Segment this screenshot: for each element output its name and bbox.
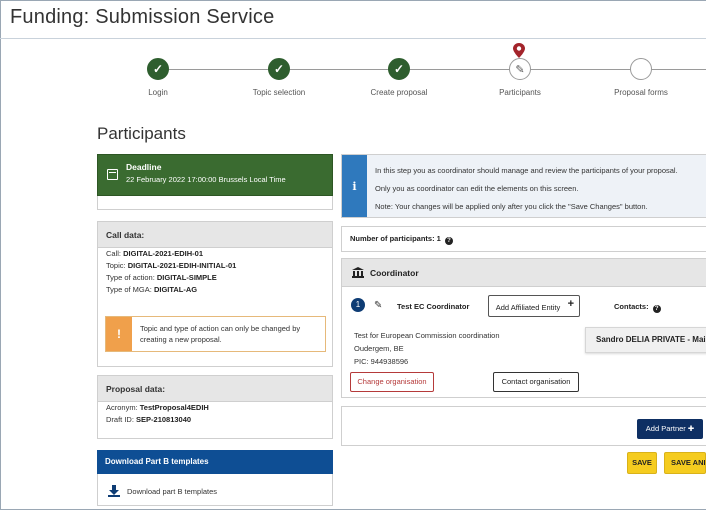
deadline-label: Deadline bbox=[126, 162, 162, 172]
add-partner-label: Add Partner bbox=[645, 424, 686, 433]
add-affiliated-label: Add Affiliated Entity bbox=[495, 302, 561, 312]
step-label: Proposal forms bbox=[614, 88, 668, 97]
contact-person-card[interactable]: Sandro DELIA PRIVATE - Mai bbox=[585, 327, 706, 353]
action-type-label: Type of action: bbox=[106, 273, 155, 282]
info-line-2: Only you as coordinator can edit the ele… bbox=[375, 184, 579, 193]
coordinator-heading: Coordinator bbox=[370, 267, 419, 278]
coordinator-header: Coordinator bbox=[342, 259, 706, 287]
plus-icon: + bbox=[567, 298, 574, 310]
download-templates-panel: Download Part B templates Download part … bbox=[97, 450, 333, 506]
check-icon: ✓ bbox=[388, 58, 410, 80]
draft-id-label: Draft ID: bbox=[106, 415, 134, 424]
acronym-value: TestProposal4EDIH bbox=[139, 403, 209, 412]
step-topic-selection: ✓ Topic selection bbox=[224, 58, 334, 97]
proposal-data-heading: Proposal data: bbox=[98, 376, 332, 402]
info-box: i In this step you as coordinator should… bbox=[341, 154, 706, 218]
organisation-city: Oudergem, BE bbox=[354, 344, 404, 353]
participants-count: Number of participants: 1 ? bbox=[341, 226, 706, 252]
proposal-data-panel: Proposal data: Acronym: TestProposal4EDI… bbox=[97, 375, 333, 439]
warning-text: Topic and type of action can only be cha… bbox=[140, 324, 301, 344]
organisation-name: Test for European Commission coordinatio… bbox=[354, 331, 500, 340]
call-row: Call: DIGITAL-2021-EDIH-01 bbox=[98, 248, 332, 260]
empty-step-icon bbox=[630, 58, 652, 80]
step-label: Topic selection bbox=[252, 88, 306, 97]
coordinator-name: Test EC Coordinator bbox=[397, 302, 470, 311]
step-create-proposal: ✓ Create proposal bbox=[344, 58, 454, 97]
step-label: Participants bbox=[499, 88, 541, 97]
check-icon: ✓ bbox=[147, 58, 169, 80]
download-icon bbox=[108, 485, 120, 497]
download-templates-heading: Download Part B templates bbox=[97, 450, 333, 474]
change-organisation-button[interactable]: Change organisation bbox=[350, 372, 434, 392]
title-divider bbox=[0, 38, 706, 39]
info-text: In this step you as coordinator should m… bbox=[375, 162, 678, 216]
topic-value: DIGITAL-2021-EDIH-INITIAL-01 bbox=[127, 261, 237, 270]
draft-id-row: Draft ID: SEP-210813040 bbox=[98, 414, 332, 426]
mga-type-row: Type of MGA: DIGITAL-AG bbox=[98, 284, 332, 296]
contacts-label: Contacts: ? bbox=[614, 302, 661, 313]
step-proposal-forms: Proposal forms bbox=[586, 58, 696, 97]
step-login: ✓ Login bbox=[103, 58, 213, 97]
info-line-3: Note: Your changes will be applied only … bbox=[375, 202, 648, 211]
call-label: Call: bbox=[106, 249, 122, 258]
acronym-label: Acronym: bbox=[106, 403, 138, 412]
add-partner-section: Add Partner ✚ bbox=[341, 406, 706, 446]
participants-count-label: Number of participants: 1 bbox=[350, 234, 441, 243]
page-title: Participants bbox=[97, 124, 186, 143]
draft-id-value: SEP-210813040 bbox=[136, 415, 192, 424]
organisation-address: Test for European Commission coordinatio… bbox=[354, 329, 500, 368]
calendar-icon bbox=[107, 169, 118, 180]
info-line-1: In this step you as coordinator should m… bbox=[375, 166, 678, 175]
add-affiliated-entity-button[interactable]: Add Affiliated Entity + bbox=[488, 295, 580, 317]
deadline-value: 22 February 2022 17:00:00 Brussels Local… bbox=[126, 175, 286, 184]
contacts-label-text: Contacts: bbox=[614, 302, 649, 311]
download-part-b-link[interactable]: Download part B templates bbox=[108, 485, 217, 497]
help-icon[interactable]: ? bbox=[444, 237, 453, 245]
organisation-pic: PIC: 944938596 bbox=[354, 357, 409, 366]
coordinator-panel: Coordinator 1 ✎ Test EC Coordinator Add … bbox=[341, 258, 706, 398]
action-type-value: DIGITAL-SIMPLE bbox=[156, 273, 217, 282]
call-value: DIGITAL-2021-EDIH-01 bbox=[123, 249, 203, 258]
institution-icon bbox=[352, 267, 364, 278]
plus-icon: ✚ bbox=[687, 424, 695, 433]
contact-organisation-button[interactable]: Contact organisation bbox=[493, 372, 579, 392]
add-partner-button[interactable]: Add Partner ✚ bbox=[637, 419, 703, 439]
check-icon: ✓ bbox=[268, 58, 290, 80]
save-and-button[interactable]: SAVE AND bbox=[664, 452, 706, 474]
step-participants: ✎ Participants bbox=[465, 58, 575, 97]
pencil-icon: ✎ bbox=[509, 58, 531, 80]
action-type-row: Type of action: DIGITAL-SIMPLE bbox=[98, 272, 332, 284]
save-button[interactable]: SAVE bbox=[627, 452, 657, 474]
call-data-heading: Call data: bbox=[98, 222, 332, 248]
mga-type-value: DIGITAL-AG bbox=[153, 285, 198, 294]
participant-number-badge: 1 bbox=[351, 298, 365, 312]
topic-row: Topic: DIGITAL-2021-EDIH-INITIAL-01 bbox=[98, 260, 332, 272]
mga-type-label: Type of MGA: bbox=[106, 285, 152, 294]
location-pin-icon bbox=[513, 43, 525, 58]
warning-icon: ! bbox=[106, 317, 132, 351]
warning-message: ! Topic and type of action can only be c… bbox=[105, 316, 326, 352]
help-icon[interactable]: ? bbox=[652, 305, 661, 313]
step-label: Login bbox=[148, 88, 168, 97]
topic-label: Topic: bbox=[106, 261, 126, 270]
deadline-header: Deadline 22 February 2022 17:00:00 Bruss… bbox=[97, 154, 333, 196]
call-data-panel: Call data: Call: DIGITAL-2021-EDIH-01 To… bbox=[97, 221, 333, 367]
info-icon: i bbox=[342, 155, 367, 217]
acronym-row: Acronym: TestProposal4EDIH bbox=[98, 402, 332, 414]
edit-pencil-icon[interactable]: ✎ bbox=[374, 300, 382, 311]
deadline-panel: Deadline 22 February 2022 17:00:00 Bruss… bbox=[97, 154, 333, 210]
download-link-label: Download part B templates bbox=[127, 486, 218, 496]
app-title: Funding: Submission Service bbox=[10, 6, 275, 28]
step-label: Create proposal bbox=[370, 88, 428, 97]
